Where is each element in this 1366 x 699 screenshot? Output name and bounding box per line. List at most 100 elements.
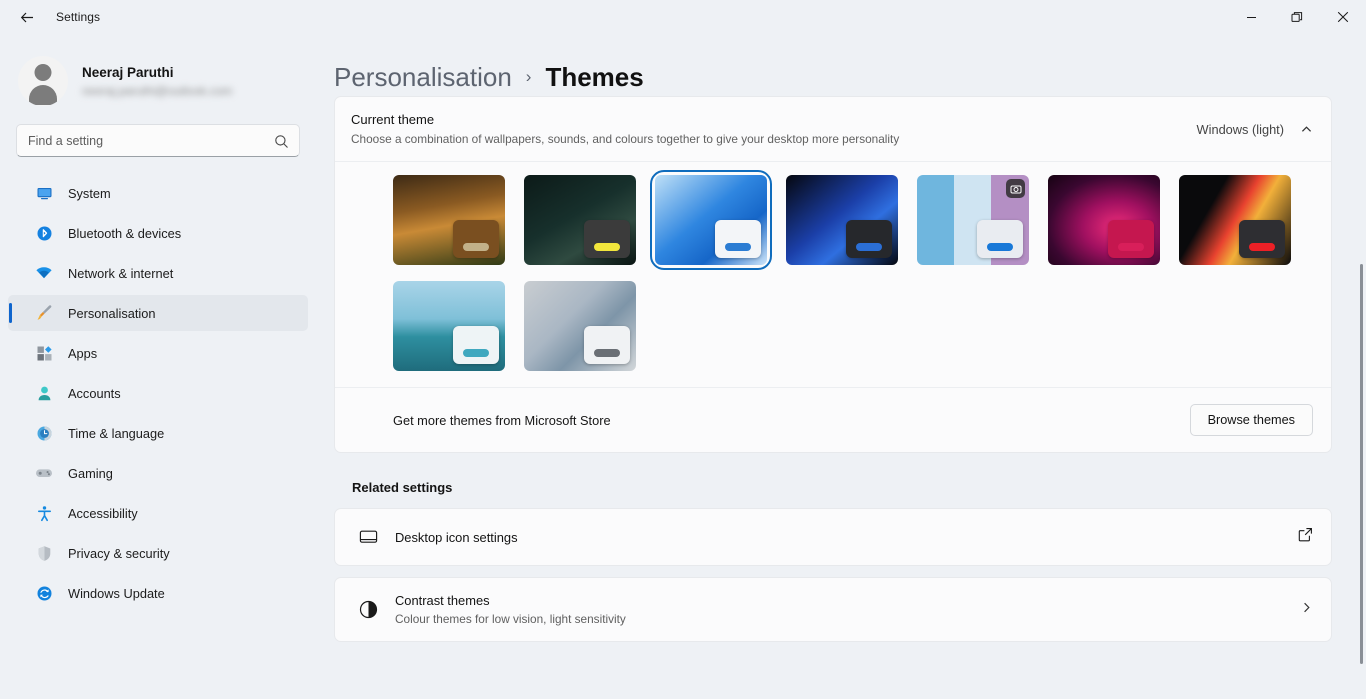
close-button[interactable] — [1320, 0, 1366, 34]
sidebar-item-label: Time & language — [68, 425, 165, 441]
theme-thumbnail[interactable] — [1048, 175, 1160, 265]
mini-window — [584, 326, 630, 364]
external-link-icon[interactable] — [1298, 527, 1313, 547]
current-theme-value: Windows (light) — [1196, 121, 1284, 137]
sidebar-item-label: Accessibility — [68, 505, 138, 521]
theme-gallery — [335, 162, 1331, 387]
system-icon — [34, 183, 54, 203]
minimize-icon — [1246, 16, 1256, 18]
breadcrumb-parent[interactable]: Personalisation — [334, 62, 512, 93]
chevron-right-icon[interactable] — [1300, 601, 1313, 619]
avatar — [18, 56, 68, 106]
row-title: Contrast themes — [395, 593, 490, 608]
sidebar-item-label: Personalisation — [68, 305, 156, 321]
mini-window — [846, 220, 892, 258]
theme-preview — [393, 281, 505, 371]
theme-thumbnail[interactable] — [1179, 175, 1291, 265]
sidebar-item-privacy-security[interactable]: Privacy & security — [8, 535, 308, 571]
mini-window — [1239, 220, 1285, 258]
sidebar-item-label: Windows Update — [68, 585, 165, 601]
desktop-icon-settings-row[interactable]: Desktop icon settings — [334, 508, 1332, 566]
back-arrow-icon — [20, 12, 33, 22]
apps-icon — [34, 343, 54, 363]
minimize-button[interactable] — [1228, 0, 1274, 34]
accent-pill — [1249, 243, 1275, 251]
sidebar-item-windows-update[interactable]: Windows Update — [8, 575, 308, 611]
accent-pill — [725, 243, 751, 251]
sidebar-item-system[interactable]: System — [8, 175, 308, 211]
settings-panel: Current theme Choose a combination of wa… — [316, 96, 1366, 642]
sidebar-item-personalisation[interactable]: Personalisation — [8, 295, 308, 331]
sidebar-item-bluetooth-devices[interactable]: Bluetooth & devices — [8, 215, 308, 251]
contrast-themes-row[interactable]: Contrast themes Colour themes for low vi… — [334, 577, 1332, 642]
accent-pill — [987, 243, 1013, 251]
row-title: Desktop icon settings — [395, 529, 518, 545]
theme-preview — [393, 175, 505, 265]
chevron-up-icon[interactable] — [1300, 123, 1313, 136]
page-title: Themes — [545, 61, 644, 92]
accent-pill — [463, 243, 489, 251]
related-settings-heading: Related settings — [352, 480, 453, 495]
breadcrumb: Personalisation › Themes — [316, 34, 1366, 96]
row-subtitle: Colour themes for low vision, light sens… — [395, 612, 626, 626]
theme-thumbnail-selected[interactable] — [650, 170, 772, 270]
accounts-icon — [34, 383, 54, 403]
theme-thumbnail[interactable] — [524, 175, 636, 265]
sidebar-item-label: System — [68, 185, 111, 201]
theme-preview — [524, 175, 636, 265]
clock-icon — [34, 423, 54, 443]
app-title: Settings — [56, 10, 101, 24]
sidebar-item-label: Accounts — [68, 385, 121, 401]
current-theme-title: Current theme — [351, 112, 435, 127]
shield-icon — [34, 543, 54, 563]
sidebar-item-label: Network & internet — [68, 265, 174, 281]
sidebar-item-time-language[interactable]: Time & language — [8, 415, 308, 451]
search-icon — [275, 135, 288, 148]
camera-icon — [1006, 179, 1025, 198]
store-text: Get more themes from Microsoft Store — [393, 412, 611, 428]
theme-preview — [524, 281, 636, 371]
theme-thumbnail[interactable] — [393, 281, 505, 371]
mini-window — [453, 220, 499, 258]
chevron-right-icon: › — [525, 67, 532, 86]
store-row: Get more themes from Microsoft Store Bro… — [335, 388, 1331, 452]
vertical-scrollbar[interactable] — [1360, 264, 1363, 664]
mini-window — [1108, 220, 1154, 258]
browse-themes-button[interactable]: Browse themes — [1189, 404, 1313, 436]
sidebar-item-gaming[interactable]: Gaming — [8, 455, 308, 491]
theme-thumbnail[interactable] — [786, 175, 898, 265]
contrast-icon — [351, 599, 385, 620]
accent-pill — [856, 243, 882, 251]
sidebar-item-network-internet[interactable]: Network & internet — [8, 255, 308, 291]
theme-preview — [655, 175, 767, 265]
search-input[interactable] — [17, 125, 299, 156]
search-container — [0, 106, 316, 157]
close-icon — [1337, 11, 1349, 23]
restore-button[interactable] — [1274, 0, 1320, 34]
update-icon — [34, 583, 54, 603]
sidebar-item-label: Privacy & security — [68, 545, 170, 561]
sidebar: Neeraj Paruthi neeraj.paruthi@outlook.co… — [0, 34, 316, 699]
sidebar-item-accounts[interactable]: Accounts — [8, 375, 308, 411]
back-button[interactable] — [10, 2, 44, 32]
accessibility-icon — [34, 503, 54, 523]
network-icon — [34, 263, 54, 283]
sidebar-item-label: Apps — [68, 345, 98, 361]
theme-thumbnail[interactable] — [393, 175, 505, 265]
mini-window — [453, 326, 499, 364]
profile-name: Neeraj Paruthi — [82, 64, 174, 80]
profile-email: neeraj.paruthi@outlook.com — [82, 83, 233, 98]
accent-pill — [594, 243, 620, 251]
title-bar: Settings — [0, 0, 1366, 34]
paintbrush-icon — [34, 303, 54, 323]
sidebar-item-apps[interactable]: Apps — [8, 335, 308, 371]
mini-window — [977, 220, 1023, 258]
theme-thumbnail[interactable] — [917, 175, 1029, 265]
mini-window — [584, 220, 630, 258]
theme-thumbnail[interactable] — [524, 281, 636, 371]
bluetooth-icon — [34, 223, 54, 243]
search-box[interactable] — [16, 124, 300, 157]
sidebar-item-accessibility[interactable]: Accessibility — [8, 495, 308, 531]
current-theme-header[interactable]: Current theme Choose a combination of wa… — [335, 97, 1331, 161]
user-profile[interactable]: Neeraj Paruthi neeraj.paruthi@outlook.co… — [0, 34, 316, 106]
